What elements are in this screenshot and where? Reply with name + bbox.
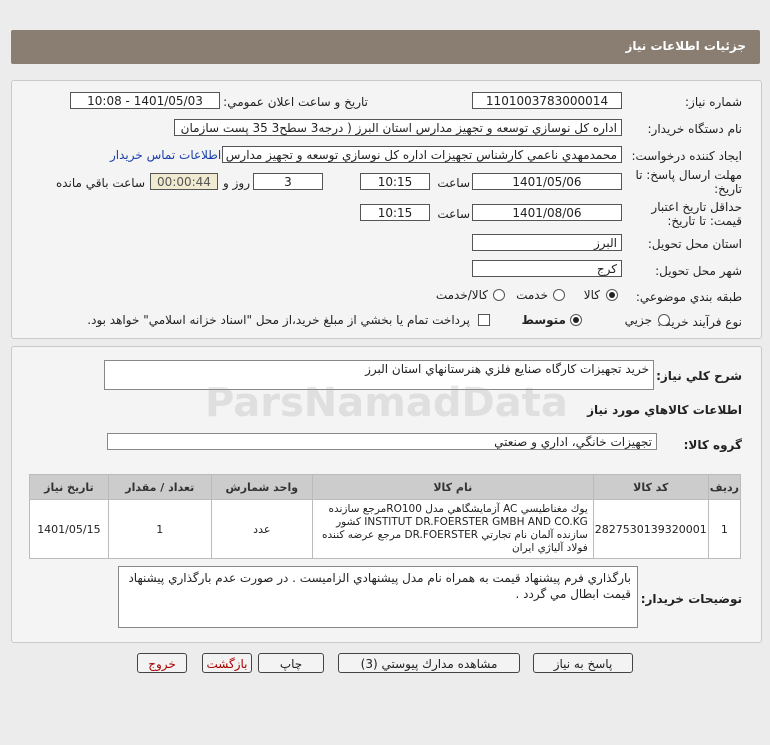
col-code: كد كالا [592,474,709,500]
goods-group-label: گروه كالا: [683,438,742,452]
summary-label: شرح كلي نياز: [656,369,742,383]
need-number-label: شماره نياز: [685,95,742,109]
need-number-field: 1101003783000014 [472,92,622,109]
deadline-time-label: ساعت [437,176,470,190]
days-label: روز و [223,176,250,190]
back-button[interactable]: بازگشت [202,653,252,673]
col-name: نام كالا [311,474,594,500]
city-label: شهر محل تحويل: [655,264,742,278]
buyer-org-label: نام دستگاه خريدار: [647,122,743,136]
buyer-org-field: اداره كل نوسازي توسعه و تجهيز مدارس استا… [174,119,622,136]
category-radio-goods-service[interactable] [493,289,505,301]
validity-date-field: 1401/08/06 [472,204,622,221]
goods-group-field: تجهيزات خانگي، اداري و صنعتي [107,433,657,450]
print-button[interactable]: چاپ [258,653,324,673]
watermark: ParsNamadData [205,380,568,426]
city-field: كرج [472,260,622,277]
announce-label: تاريخ و ساعت اعلان عمومي: [223,95,368,109]
treasury-checkbox[interactable] [478,314,490,326]
process-radio-medium[interactable] [570,314,582,326]
buyer-notes-label: توضيحات خريدار: [640,592,742,606]
treasury-note: پرداخت تمام يا بخشي از مبلغ خريد،از محل … [87,313,470,327]
view-attachments-button[interactable]: مشاهده مدارك پيوستي (3) [338,653,520,673]
cell-index: 1 [707,499,742,559]
requester-label: ايجاد كننده درخواست: [631,149,742,163]
cell-code: 2827530139320001 [592,499,709,559]
table-row: 1 2827530139320001 يوك مغناطيسي AC آزماي… [29,499,742,559]
col-date: تاريخ نياز [29,474,109,500]
validity-time-label: ساعت [437,207,470,221]
validity-time-field: 10:15 [360,204,430,221]
goods-section-title: اطلاعات كالاهاي مورد نياز [587,403,742,417]
buyer-notes-field: بارگذاري فرم پيشنهاد قيمت به همراه نام م… [118,566,638,628]
buyer-contact-link[interactable]: اطلاعات تماس خريدار [110,148,221,162]
days-field: 3 [253,173,323,190]
col-qty: تعداد / مقدار [107,474,212,500]
page-header: جزئيات اطلاعات نياز [11,30,760,64]
category-option-goods: كالا [583,288,600,302]
province-field: البرز [472,234,622,251]
table-header-row: رديف كد كالا نام كالا واحد شمارش تعداد /… [29,474,742,500]
process-option-medium: متوسط [521,313,566,327]
process-radio-minor[interactable] [658,314,670,326]
announce-field: 1401/05/03 - 10:08 [70,92,220,109]
category-option-service: خدمت [516,288,548,302]
reply-button[interactable]: پاسخ به نياز [533,653,633,673]
process-option-minor: جزيي [624,313,652,327]
category-label: طبقه بندي موضوعي: [635,290,742,304]
category-option-goods-service: كالا/خدمت [435,288,488,302]
category-radio-goods[interactable] [606,289,618,301]
province-label: استان محل تحويل: [647,237,742,251]
page-title: جزئيات اطلاعات نياز [625,39,746,53]
exit-button[interactable]: خروج [137,653,187,673]
process-label: نوع فرآيند خريد : [657,315,742,329]
deadline-time-field: 10:15 [360,173,430,190]
category-radio-service[interactable] [553,289,565,301]
cell-name: يوك مغناطيسي AC آزمايشگاهي مدل RO100مرجع… [311,499,594,559]
requester-field: محمدمهدي ناعمي كارشناس تجهيزات اداره كل … [222,146,622,163]
remaining-label: ساعت باقي مانده [55,176,145,190]
cell-unit: عدد [210,499,313,559]
deadline-date-field: 1401/05/06 [472,173,622,190]
cell-date: 1401/05/15 [29,499,109,559]
deadline-label-date: تاريخ: [714,182,742,196]
col-index: رديف [707,474,742,500]
cell-qty: 1 [107,499,212,559]
validity-label-date: قيمت: تا تاريخ: [667,214,742,228]
validity-label: حداقل تاريخ اعتبار [651,200,742,214]
col-unit: واحد شمارش [210,474,313,500]
remaining-time-field: 00:00:44 [150,173,218,190]
deadline-label: مهلت ارسال پاسخ: تا [635,168,742,182]
items-table: رديف كد كالا نام كالا واحد شمارش تعداد /… [29,474,742,559]
